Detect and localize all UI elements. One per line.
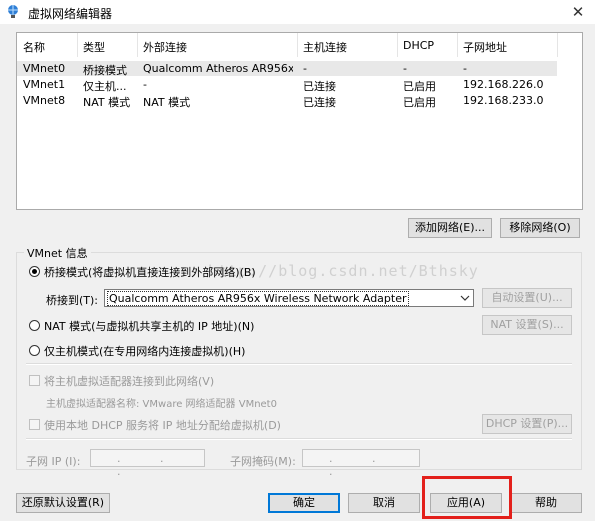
help-button[interactable]: 帮助 (510, 493, 582, 513)
cell-dhcp: 已启用 (403, 80, 436, 93)
cancel-button[interactable]: 取消 (348, 493, 420, 513)
subnet-mask-label: 子网掩码(M): (230, 455, 296, 468)
table-row[interactable]: VMnet1 仅主机... - 已连接 已启用 192.168.226.0 (17, 77, 557, 93)
column-header-type[interactable]: 类型 (83, 39, 105, 55)
subnet-ip-input[interactable]: . . . (90, 449, 205, 478)
bridged-label[interactable]: 桥接模式(将虚拟机直接连接到外部网络)(B) (44, 264, 256, 280)
window-title: 虚拟网络编辑器 (28, 7, 113, 21)
bridged-to-select[interactable]: Qualcomm Atheros AR956x Wireless Network… (104, 289, 474, 307)
cell-name: VMnet1 (23, 78, 66, 91)
divider (26, 438, 572, 440)
cell-type: 桥接模式 (83, 64, 127, 77)
cell-dhcp: - (403, 62, 407, 75)
cell-external: - (143, 78, 147, 91)
cell-name: VMnet0 (23, 62, 66, 75)
cell-name: VMnet8 (23, 94, 66, 107)
cell-subnet: - (463, 62, 467, 75)
nat-radio[interactable] (29, 320, 40, 331)
column-header-external[interactable]: 外部连接 (143, 39, 187, 55)
table-row[interactable]: VMnet0 桥接模式 Qualcomm Atheros AR956x ... … (17, 61, 557, 77)
subnet-mask-input[interactable]: . . . (302, 449, 420, 478)
connect-adapter-checkbox[interactable] (29, 375, 40, 386)
cell-external: Qualcomm Atheros AR956x ... (143, 62, 293, 75)
subnet-ip-value: . . . (117, 452, 182, 478)
column-header-dhcp[interactable]: DHCP (403, 39, 434, 52)
auto-settings-button[interactable]: 自动设置(U)... (482, 288, 572, 308)
bridged-to-label: 桥接到(T): (46, 294, 99, 307)
cell-type: NAT 模式 (83, 96, 131, 109)
cell-external: NAT 模式 (143, 96, 191, 109)
network-globe-icon (8, 5, 18, 18)
chevron-down-icon (460, 295, 470, 301)
connect-adapter-label[interactable]: 将主机虚拟适配器连接到此网络(V) (44, 373, 214, 389)
close-button[interactable]: ✕ (566, 2, 590, 22)
divider (26, 363, 572, 365)
nat-settings-button[interactable]: NAT 设置(S)... (482, 315, 572, 335)
add-network-button[interactable]: 添加网络(E)... (408, 218, 492, 238)
cell-subnet: 192.168.226.0 (463, 78, 544, 91)
cell-host: 已连接 (303, 96, 336, 109)
table-row[interactable]: VMnet8 NAT 模式 NAT 模式 已连接 已启用 192.168.233… (17, 93, 557, 109)
use-dhcp-checkbox[interactable] (29, 419, 40, 430)
host-only-label[interactable]: 仅主机模式(在专用网络内连接虚拟机)(H) (44, 343, 245, 359)
ok-button[interactable]: 确定 (268, 493, 340, 513)
subnet-mask-value: . . . (329, 452, 394, 478)
bridged-radio[interactable] (29, 266, 40, 277)
network-list[interactable]: 名称 类型 外部连接 主机连接 DHCP 子网地址 VMnet0 桥接模式 Qu… (16, 32, 583, 210)
cell-host: 已连接 (303, 80, 336, 93)
column-header-subnet[interactable]: 子网地址 (463, 39, 507, 55)
column-header-name[interactable]: 名称 (23, 39, 45, 55)
nat-label[interactable]: NAT 模式(与虚拟机共享主机的 IP 地址)(N) (44, 318, 254, 334)
cell-dhcp: 已启用 (403, 96, 436, 109)
host-only-radio[interactable] (29, 345, 40, 356)
remove-network-button[interactable]: 移除网络(O) (500, 218, 580, 238)
bridged-to-value: Qualcomm Atheros AR956x Wireless Network… (107, 291, 409, 306)
restore-defaults-button[interactable]: 还原默认设置(R) (16, 493, 110, 513)
title-bar: 虚拟网络编辑器 ✕ (0, 0, 595, 24)
column-header-host[interactable]: 主机连接 (303, 39, 347, 55)
red-highlight-box (422, 476, 512, 519)
cell-subnet: 192.168.233.0 (463, 94, 544, 107)
use-dhcp-label[interactable]: 使用本地 DHCP 服务将 IP 地址分配给虚拟机(D) (44, 417, 281, 433)
subnet-ip-label: 子网 IP (I): (26, 455, 81, 468)
adapter-name-label: 主机虚拟适配器名称: VMware 网络适配器 VMnet0 (46, 399, 277, 410)
cell-type: 仅主机... (83, 80, 127, 93)
cell-host: - (303, 62, 307, 75)
list-header: 名称 类型 外部连接 主机连接 DHCP 子网地址 (17, 33, 582, 57)
vmnet-info-label: VMnet 信息 (24, 245, 91, 261)
dhcp-settings-button[interactable]: DHCP 设置(P)... (482, 414, 572, 434)
